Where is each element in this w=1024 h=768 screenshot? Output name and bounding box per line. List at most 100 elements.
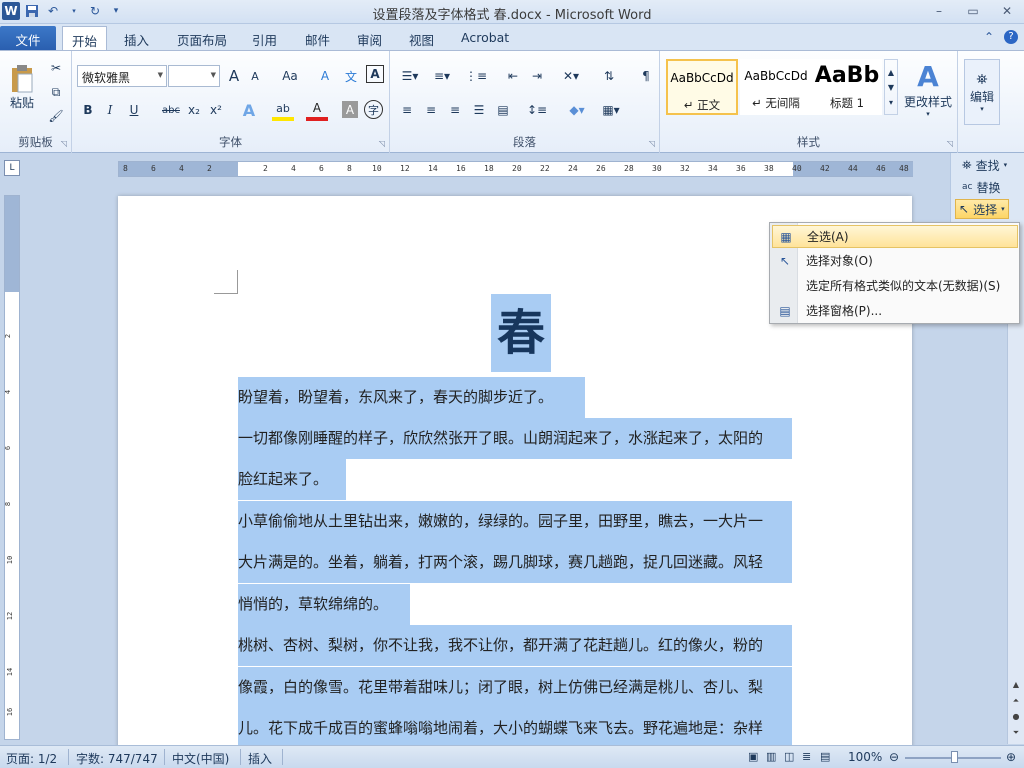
- font-color-icon[interactable]: A: [306, 99, 328, 121]
- tab-selector[interactable]: L: [4, 160, 20, 176]
- style-no-spacing[interactable]: AaBbCcDd ↵ 无间隔: [740, 59, 812, 115]
- style-heading-1[interactable]: AaBb 标题 1: [812, 59, 882, 115]
- tab-references[interactable]: 引用: [243, 26, 286, 50]
- tab-mailings[interactable]: 邮件: [296, 26, 339, 50]
- reading-layout-icon[interactable]: ▥: [766, 750, 776, 763]
- select-button[interactable]: ↖ 选择 ▾: [955, 199, 1009, 219]
- zoom-out-icon[interactable]: ⊖: [889, 750, 899, 764]
- styles-scroll[interactable]: ▲ ▼ ▾: [884, 59, 898, 115]
- subscript-button[interactable]: x₂: [184, 99, 204, 121]
- web-layout-icon[interactable]: ◫: [784, 750, 794, 763]
- tab-insert[interactable]: 插入: [115, 26, 158, 50]
- document-line[interactable]: 一切都像刚睡醒的样子，欣欣然张开了眼。山朗润起来了，水涨起来了，太阳的: [238, 418, 792, 459]
- menu-item-select-similar[interactable]: 选定所有格式类似的文本(无数据)(S): [772, 274, 1018, 297]
- menu-item-select-all[interactable]: ▦ 全选(A): [772, 225, 1018, 248]
- next-page-icon[interactable]: ⏷: [1009, 728, 1023, 742]
- multilevel-list-icon[interactable]: ⋮≡: [462, 65, 490, 87]
- enclose-characters-icon[interactable]: 字: [364, 100, 383, 119]
- menu-item-select-objects[interactable]: ↖ 选择对象(O): [772, 249, 1018, 272]
- document-line[interactable]: 悄悄的，草软绵绵的。: [238, 584, 410, 625]
- replace-button[interactable]: ac 替换: [959, 177, 1003, 197]
- document-line[interactable]: 脸红起来了。: [238, 459, 346, 500]
- clipboard-launcher-icon[interactable]: ◹: [61, 139, 67, 148]
- character-shading-icon[interactable]: A: [342, 101, 358, 118]
- style-normal[interactable]: AaBbCcDd ↵ 正文: [666, 59, 738, 115]
- tab-file[interactable]: 文件: [0, 26, 56, 50]
- close-button[interactable]: ✕: [990, 0, 1024, 22]
- align-right-icon[interactable]: ≡: [444, 99, 466, 121]
- document-line[interactable]: 儿。花下成千成百的蜜蜂嗡嗡地闹着，大小的蝴蝶飞来飞去。野花遍地是：杂样: [238, 708, 792, 748]
- bullets-icon[interactable]: ☰▾: [396, 65, 424, 87]
- page-count[interactable]: 页面: 1/2: [6, 750, 57, 767]
- draft-view-icon[interactable]: ▤: [820, 750, 830, 763]
- italic-button[interactable]: I: [100, 99, 120, 121]
- distributed-icon[interactable]: ▤: [492, 99, 514, 121]
- shading-icon[interactable]: ◆▾: [564, 99, 590, 121]
- font-name-combo[interactable]: 微软雅黑 ▼: [77, 65, 167, 87]
- styles-launcher-icon[interactable]: ◹: [947, 139, 953, 148]
- vertical-ruler[interactable]: 2 4 6 8 10 12 14 16: [4, 195, 20, 740]
- document-line[interactable]: 像霞，白的像雪。花里带着甜味儿；闭了眼，树上仿佛已经满是桃儿、杏儿、梨: [238, 667, 792, 708]
- clear-format-icon[interactable]: A: [314, 65, 336, 87]
- paragraph-launcher-icon[interactable]: ◹: [649, 139, 655, 148]
- text-effects-icon[interactable]: A: [238, 99, 260, 121]
- format-painter-icon[interactable]: 🖌: [46, 107, 66, 125]
- underline-button[interactable]: U: [124, 99, 144, 121]
- find-button[interactable]: ⛯ 查找 ▾: [959, 155, 1010, 175]
- zoom-level[interactable]: 100%: [848, 750, 882, 764]
- document-line[interactable]: 大片满是的。坐着，躺着，打两个滚，踢几脚球，赛几趟跑，捉几回迷藏。风轻: [238, 542, 792, 583]
- align-left-icon[interactable]: ≡: [396, 99, 418, 121]
- strikethrough-button[interactable]: abc: [160, 99, 182, 121]
- change-case-icon[interactable]: Aa: [278, 65, 302, 87]
- menu-item-selection-pane[interactable]: ▤ 选择窗格(P)...: [772, 299, 1018, 322]
- justify-icon[interactable]: ☰: [468, 99, 490, 121]
- highlight-icon[interactable]: ab: [272, 99, 294, 121]
- scroll-up-icon[interactable]: ▲: [1009, 680, 1023, 694]
- word-count[interactable]: 字数: 747/747: [76, 750, 158, 767]
- prev-page-icon[interactable]: ⏶: [1009, 696, 1023, 710]
- increase-indent-icon[interactable]: ⇥: [526, 65, 548, 87]
- help-icon[interactable]: ?: [1004, 30, 1018, 44]
- document-line[interactable]: 桃树、杏树、梨树，你不让我，我不让你，都开满了花赶趟儿。红的像火，粉的: [238, 625, 792, 666]
- document-line[interactable]: 盼望着，盼望着，东风来了，春天的脚步近了。: [238, 377, 585, 418]
- superscript-button[interactable]: x²: [206, 99, 226, 121]
- decrease-indent-icon[interactable]: ⇤: [502, 65, 524, 87]
- tab-home[interactable]: 开始: [62, 26, 108, 50]
- change-styles-button[interactable]: A 更改样式 ▾: [900, 57, 956, 121]
- font-size-combo[interactable]: ▼: [168, 65, 220, 87]
- zoom-slider-thumb[interactable]: [951, 751, 958, 763]
- phonetic-guide-icon[interactable]: 文: [340, 65, 362, 87]
- shrink-font-icon[interactable]: A: [246, 65, 264, 87]
- maximize-button[interactable]: ▭: [956, 0, 990, 22]
- chinese-layout-icon[interactable]: ✕▾: [558, 65, 584, 87]
- document-heading[interactable]: 春: [491, 294, 551, 372]
- align-center-icon[interactable]: ≡: [420, 99, 442, 121]
- language-indicator[interactable]: 中文(中国): [172, 750, 229, 767]
- tab-acrobat[interactable]: Acrobat: [452, 26, 518, 50]
- line-spacing-icon[interactable]: ↕≡: [524, 99, 550, 121]
- numbering-icon[interactable]: ≡▾: [428, 65, 456, 87]
- insert-mode[interactable]: 插入: [248, 750, 272, 767]
- minimize-button[interactable]: –: [922, 0, 956, 22]
- show-marks-icon[interactable]: ¶: [636, 65, 656, 87]
- grow-font-icon[interactable]: A: [224, 65, 244, 87]
- outline-view-icon[interactable]: ≣: [802, 750, 811, 763]
- browse-object-icon[interactable]: ●: [1009, 712, 1023, 726]
- copy-icon[interactable]: ⧉: [46, 83, 66, 101]
- collapse-ribbon-icon[interactable]: ⌃: [984, 30, 994, 44]
- tab-page-layout[interactable]: 页面布局: [168, 26, 236, 50]
- cut-icon[interactable]: ✂: [46, 59, 66, 77]
- character-border-icon[interactable]: A: [366, 65, 384, 83]
- horizontal-ruler[interactable]: 8 6 4 2 2 4 6 8 10 12 14 16 18 20 22 24 …: [118, 161, 913, 177]
- bold-button[interactable]: B: [78, 99, 98, 121]
- document-line[interactable]: 小草偷偷地从土里钻出来，嫩嫩的，绿绿的。园子里，田野里，瞧去，一大片一: [238, 501, 792, 542]
- sort-icon[interactable]: ⇅: [598, 65, 620, 87]
- borders-icon[interactable]: ▦▾: [598, 99, 624, 121]
- tab-view[interactable]: 视图: [400, 26, 443, 50]
- zoom-in-icon[interactable]: ⊕: [1006, 750, 1016, 764]
- editing-button[interactable]: ⛯ 编辑 ▾: [964, 59, 1000, 125]
- tab-review[interactable]: 审阅: [348, 26, 391, 50]
- paste-button[interactable]: 粘贴: [6, 57, 38, 117]
- font-launcher-icon[interactable]: ◹: [379, 139, 385, 148]
- print-layout-icon[interactable]: ▣: [748, 750, 758, 763]
